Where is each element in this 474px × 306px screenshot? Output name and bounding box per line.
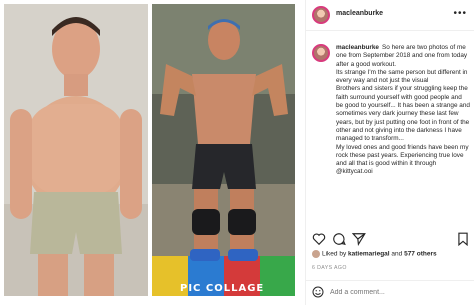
- likes-others-link[interactable]: 577 others: [404, 251, 437, 258]
- caption-paragraph: Brothers and sisters if your struggling …: [336, 85, 470, 143]
- smile-icon[interactable]: [312, 286, 324, 298]
- comment-icon[interactable]: [332, 232, 346, 246]
- caption-paragraph: macleanburke So here are two photos of me…: [336, 44, 468, 68]
- comment-input[interactable]: [330, 289, 450, 296]
- post-username[interactable]: macleanburke: [336, 10, 383, 17]
- post-caption: macleanburke So here are two photos of me…: [336, 44, 470, 232]
- instagram-post: PIC COLLAGE macleanburke ••• macleanburk…: [0, 0, 474, 305]
- liker-avatar: [312, 250, 320, 258]
- liker-username[interactable]: katiemariegal: [348, 251, 390, 258]
- caption-paragraph: My loved ones and good friends have been…: [336, 143, 469, 176]
- post-actions: [312, 232, 470, 246]
- avatar[interactable]: [312, 6, 330, 24]
- post-header: macleanburke •••: [306, 0, 474, 31]
- likes-summary: Liked by katiemariegal and 577 others: [312, 250, 437, 258]
- after-photo: PIC COLLAGE: [152, 4, 295, 296]
- caption-username[interactable]: macleanburke: [336, 44, 379, 51]
- pic-collage-watermark: PIC COLLAGE: [180, 283, 265, 294]
- comment-bar: [306, 280, 474, 306]
- post-media[interactable]: PIC COLLAGE: [0, 0, 305, 305]
- more-icon[interactable]: •••: [453, 8, 467, 19]
- caption-avatar[interactable]: [312, 44, 330, 62]
- before-photo: [4, 4, 148, 296]
- heart-icon[interactable]: [312, 232, 326, 246]
- post-side-panel: macleanburke ••• macleanburke So here are…: [305, 0, 474, 305]
- post-timestamp[interactable]: 6 DAYS AGO: [312, 265, 347, 271]
- caption-paragraph: Its strange I'm the same person but diff…: [336, 68, 468, 85]
- bookmark-icon[interactable]: [456, 232, 470, 246]
- share-icon[interactable]: [352, 232, 366, 246]
